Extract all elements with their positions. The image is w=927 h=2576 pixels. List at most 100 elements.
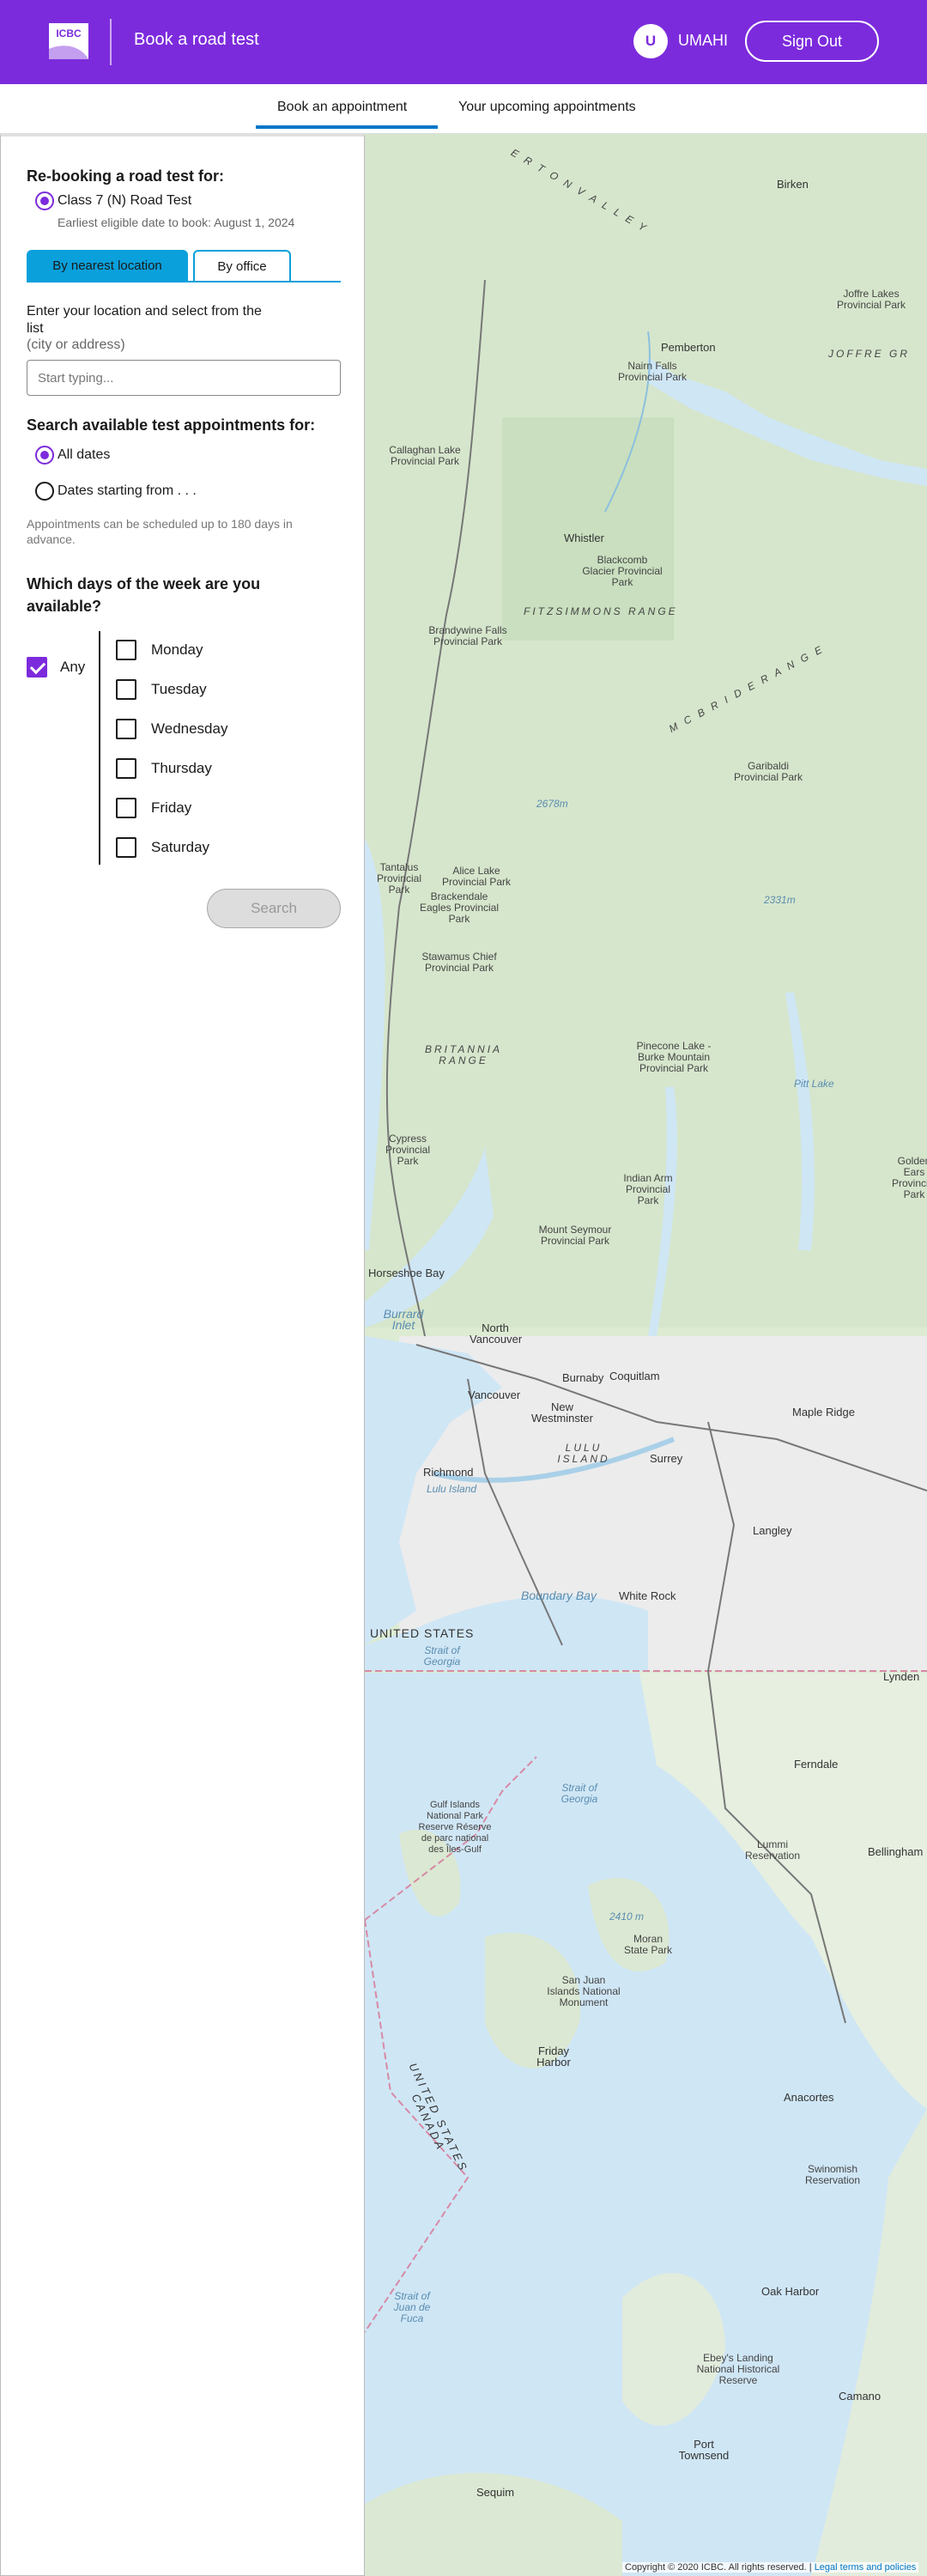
map-label-burnaby: Burnaby <box>562 1371 604 1384</box>
map-label-strait-georgia-2: Strait of Georgia <box>560 1782 598 1805</box>
map-label-golden-ears: Golden Ears Provincial Park <box>891 1155 927 1200</box>
map-label-langley: Langley <box>753 1524 792 1537</box>
active-tab-indicator <box>256 125 438 129</box>
tabs-bar: Book an appointment Your upcoming appoin… <box>0 84 927 134</box>
booking-sidebar: Re-booking a road test for: Class 7 (N) … <box>0 134 365 2576</box>
all-dates-label: All dates <box>58 447 111 462</box>
by-nearest-location-button[interactable]: By nearest location <box>27 250 188 281</box>
days-heading: Which days of the week are you available… <box>27 575 261 615</box>
by-office-button[interactable]: By office <box>193 250 291 281</box>
map-label-anacortes: Anacortes <box>784 2091 834 2104</box>
map-label-elev-2410: 2410 m <box>609 1911 645 1923</box>
map-label-white-rock: White Rock <box>619 1589 676 1602</box>
map-label-strait-juan: Strait of Juan de Fuca <box>393 2290 431 2324</box>
any-day-checkbox[interactable] <box>27 657 47 677</box>
friday-checkbox[interactable] <box>116 798 136 818</box>
schedule-note: Appointments can be scheduled up to 180 … <box>27 517 293 546</box>
any-day-label: Any <box>60 659 86 675</box>
map-label-indian-arm: Indian Arm Provincial Park <box>623 1172 673 1206</box>
map-label-whistler: Whistler <box>564 532 604 544</box>
tab-book-appointment[interactable]: Book an appointment <box>277 100 407 115</box>
map-label-nairn: Nairn Falls Provincial Park <box>617 360 688 383</box>
avatar[interactable]: U <box>633 24 668 58</box>
map-label-joffre: Joffre Lakes Provincial Park <box>836 288 906 311</box>
map-label-britannia: BRITANNIA RANGE <box>424 1043 503 1066</box>
page-title: Book a road test <box>134 30 259 49</box>
map-label-elev-2331: 2331m <box>764 894 796 906</box>
test-class-label: Class 7 (N) Road Test <box>58 193 192 208</box>
map-label-strait-georgia: Strait of Georgia <box>423 1644 461 1668</box>
map-label-birken: Birken <box>777 178 809 191</box>
map-label-brandywine: Brandywine Falls Provincial Park <box>428 624 507 647</box>
map-label-maple-ridge: Maple Ridge <box>792 1406 855 1419</box>
wednesday-checkbox[interactable] <box>116 719 136 739</box>
map-label-blackcomb: Blackcomb Glacier Provincial Park <box>582 554 663 588</box>
icbc-logo[interactable]: ICBC <box>47 21 90 61</box>
map-copyright: Copyright © 2020 ICBC. All rights reserv… <box>622 2562 919 2573</box>
map-label-united-states: UNITED STATES <box>370 1626 475 1640</box>
wednesday-label: Wednesday <box>151 720 228 737</box>
monday-checkbox[interactable] <box>116 640 136 660</box>
tuesday-label: Tuesday <box>151 681 207 697</box>
map-label-vancouver: Vancouver <box>468 1388 521 1401</box>
map-label-pemberton: Pemberton <box>661 341 716 354</box>
map-label-gulf-islands: Gulf Islands National Park Reserve Réser… <box>418 1800 492 1855</box>
location-sublabel: (city or address) <box>27 337 125 352</box>
header-divider <box>110 19 112 65</box>
map-label-bellingham: Bellingham <box>868 1845 924 1858</box>
legal-terms-link[interactable]: Legal terms and policies <box>815 2562 917 2573</box>
map-label-north-van: North Vancouver <box>470 1321 523 1346</box>
copyright-text: Copyright © 2020 ICBC. All rights reserv… <box>625 2562 812 2573</box>
dates-starting-from-label: Dates starting from . . . <box>58 483 197 498</box>
map-label-seymour: Mount Seymour Provincial Park <box>538 1224 612 1247</box>
search-mode-underline <box>27 281 341 283</box>
days-divider <box>99 631 100 865</box>
map-label-pinecone: Pinecone Lake - Burke Mountain Provincia… <box>636 1040 712 1074</box>
all-dates-radio[interactable] <box>35 446 54 465</box>
location-search-input[interactable] <box>27 360 341 396</box>
map-label-oak-harbor: Oak Harbor <box>761 2285 820 2298</box>
map-label-lulu: LULU ISLAND <box>557 1442 610 1465</box>
map-label-burrard: Burrard Inlet <box>383 1307 424 1332</box>
map-label-horseshoe: Horseshoe Bay <box>368 1267 445 1279</box>
rebooking-heading: Re-booking a road test for: <box>27 167 225 185</box>
map-label-camano: Camano <box>839 2390 882 2403</box>
map-label-friday: Friday Harbor <box>536 2044 571 2069</box>
map-label-cypress: Cypress Provincial Park <box>385 1133 431 1167</box>
map-label-richmond: Richmond <box>423 1466 474 1479</box>
map-label-fitzsimmons: FITZSIMMONS RANGE <box>524 605 678 617</box>
map-view[interactable]: E R T O N V A L L E Y Birken Joffre Lake… <box>365 134 927 2576</box>
saturday-label: Saturday <box>151 839 210 855</box>
map-label-boundary-bay: Boundary Bay <box>521 1589 597 1602</box>
map-label-joffre-group: JOFFRE GR <box>828 348 910 360</box>
mountain-terrain <box>365 134 927 1327</box>
tuesday-checkbox[interactable] <box>116 679 136 700</box>
saturday-checkbox[interactable] <box>116 837 136 858</box>
map-label-lulu-small: Lulu Island <box>427 1483 477 1495</box>
test-class-radio[interactable] <box>35 191 54 210</box>
map-label-stawamus: Stawamus Chief Provincial Park <box>421 951 497 974</box>
map-label-pitt-lake: Pitt Lake <box>794 1078 834 1090</box>
location-label: Enter your location and select from the … <box>27 304 262 336</box>
map-label-ebeys: Ebey's Landing National Historical Reser… <box>696 2352 780 2386</box>
dates-starting-from-radio[interactable] <box>35 482 54 501</box>
monday-label: Monday <box>151 641 203 658</box>
thursday-checkbox[interactable] <box>116 758 136 779</box>
map-label-san-juan: San Juan Islands National Monument <box>547 1974 621 2008</box>
eligible-date-text: Earliest eligible date to book: August 1… <box>58 216 295 229</box>
map-label-surrey: Surrey <box>650 1452 683 1465</box>
tab-upcoming-appointments[interactable]: Your upcoming appointments <box>458 100 636 115</box>
map-label-brackendale: Brackendale Eagles Provincial Park <box>419 890 500 925</box>
thursday-label: Thursday <box>151 760 212 776</box>
map-label-swinomish: Swinomish Reservation <box>804 2163 861 2186</box>
map-label-lummi: Lummi Reservation <box>744 1838 801 1862</box>
logo-text: ICBC <box>56 27 82 39</box>
friday-label: Friday <box>151 799 192 816</box>
map-label-new-west: New Westminster <box>531 1400 593 1425</box>
map-label-alice: Alice Lake Provincial Park <box>441 865 512 888</box>
map-canvas <box>365 134 927 2576</box>
search-button[interactable]: Search <box>207 889 341 928</box>
map-label-sequim: Sequim <box>476 2486 515 2499</box>
username: UMAHI <box>678 32 728 49</box>
sign-out-button[interactable]: Sign Out <box>745 21 879 62</box>
